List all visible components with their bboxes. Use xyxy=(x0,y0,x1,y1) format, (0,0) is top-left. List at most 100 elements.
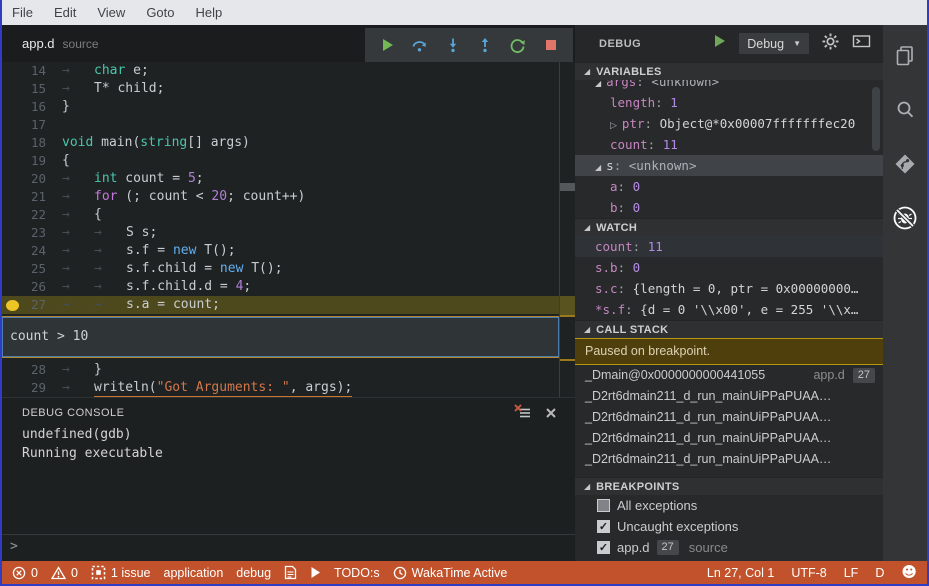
variable-row-a[interactable]: a: 0 xyxy=(575,176,883,197)
code-line-16[interactable]: 16} xyxy=(2,98,559,116)
variable-name: length xyxy=(610,95,656,110)
breakpoints-section-header[interactable]: ◢ BREAKPOINTS xyxy=(575,477,883,495)
watch-row-s-c[interactable]: s.c: {length = 0, ptr = 0x00000000… xyxy=(575,278,883,299)
breakpoint-condition-input[interactable]: count > 10 xyxy=(2,317,559,357)
error-count[interactable]: 0 xyxy=(12,566,38,580)
breakpoint-item-uncaught-exceptions[interactable]: ✓ Uncaught exceptions xyxy=(575,516,883,537)
code-line-23[interactable]: 23 → → S s; xyxy=(2,224,559,242)
breakpoint-item-all-exceptions[interactable]: All exceptions xyxy=(575,495,883,516)
menu-item-edit[interactable]: Edit xyxy=(54,5,76,20)
eol-item[interactable]: LF xyxy=(844,566,859,580)
watch-row-s-f[interactable]: *s.f: {d = 0 '\\x00', e = 255 '\\x… xyxy=(575,299,883,320)
menu-item-file[interactable]: File xyxy=(12,5,33,20)
tab-whitespace-marker: → xyxy=(94,261,102,276)
checked-checkbox[interactable]: ✓ xyxy=(597,541,610,554)
step-over-button[interactable] xyxy=(409,34,431,56)
editor-scrollbar[interactable] xyxy=(559,62,575,397)
cursor-position-item[interactable]: Ln 27, Col 1 xyxy=(707,566,774,580)
feedback-smiley-button[interactable]: ☻ xyxy=(901,565,917,580)
tab-whitespace-marker: → xyxy=(62,207,70,222)
step-out-button[interactable] xyxy=(474,34,496,56)
code-line-24[interactable]: 24 → → s.f = new T(); xyxy=(2,242,559,260)
call-stack-section-header[interactable]: ◢ CALL STACK xyxy=(575,320,883,338)
todos-item[interactable]: TODO:s xyxy=(334,566,380,580)
code-line-15[interactable]: 15 → T* child; xyxy=(2,80,559,98)
step-into-button[interactable] xyxy=(442,34,464,56)
scrollbar-thumb[interactable] xyxy=(560,183,575,191)
unchecked-checkbox[interactable] xyxy=(597,499,610,512)
collapsed-icon[interactable]: ▷ xyxy=(610,121,617,131)
code-line-22[interactable]: 22 →{ xyxy=(2,206,559,224)
variable-row-count[interactable]: count: 11 xyxy=(575,134,883,155)
menu-item-help[interactable]: Help xyxy=(196,5,223,20)
code-text: → → s.f.child.d = 4; xyxy=(62,279,252,294)
breakpoint-item-app-d[interactable]: ✓ app.d 27 source xyxy=(575,537,883,558)
start-debug-button[interactable] xyxy=(713,34,726,53)
call-stack-frame-0[interactable]: _Dmain@0x0000000000441055 app.d 27 xyxy=(575,365,883,386)
code-line-20[interactable]: 20 → int count = 5; xyxy=(2,170,559,188)
status-bar-right: Ln 27, Col 1 UTF-8 LF D ☻ xyxy=(707,565,917,580)
call-stack-frames: _Dmain@0x0000000000441055 app.d 27 _D2rt6dm… xyxy=(575,365,883,470)
code-line-18[interactable]: 18 void main(string[] args) xyxy=(2,134,559,152)
main-region: app.d source 14 → char e; 15 → T* child;… xyxy=(2,25,927,561)
menu-item-goto[interactable]: Goto xyxy=(146,5,174,20)
run-build-button[interactable] xyxy=(310,566,321,579)
menu-bar: File Edit View Goto Help xyxy=(2,0,927,25)
call-stack-frame-4[interactable]: _D2rt6dmain211_d_run_mainUiPPaPUAA… xyxy=(575,449,883,470)
tab-whitespace-marker: → xyxy=(62,279,70,294)
wakatime-item[interactable]: WakaTime Active xyxy=(393,566,507,580)
code-line-14[interactable]: 14 → char e; xyxy=(2,62,559,80)
variable-row-b[interactable]: b: 0 xyxy=(575,197,883,218)
code-line-17[interactable]: 17 xyxy=(2,116,559,134)
project-config-item[interactable]: application xyxy=(164,566,224,580)
debug-config-dropdown[interactable]: Debug ▼ xyxy=(739,33,809,54)
variable-row-args[interactable]: ◢ args: <unknown> xyxy=(575,80,883,92)
build-file-item[interactable] xyxy=(284,565,297,580)
call-stack-frame-1[interactable]: _D2rt6dmain211_d_run_mainUiPPaPUAA… xyxy=(575,386,883,407)
search-activity-button[interactable] xyxy=(892,97,918,123)
expanded-icon[interactable]: ◢ xyxy=(595,163,601,172)
issues-item[interactable]: 1 issue xyxy=(91,565,151,580)
encoding-item[interactable]: UTF-8 xyxy=(791,566,826,580)
code-line-25[interactable]: 25 → → s.f.child = new T(); xyxy=(2,260,559,278)
code-line-21[interactable]: 21 → for (; count < 20; count++) xyxy=(2,188,559,206)
stop-button[interactable] xyxy=(540,34,562,56)
watch-row-s-b[interactable]: s.b: 0 xyxy=(575,257,883,278)
call-stack-frame-3[interactable]: _D2rt6dmain211_d_run_mainUiPPaPUAA… xyxy=(575,428,883,449)
continue-button[interactable] xyxy=(376,34,398,56)
checked-checkbox[interactable]: ✓ xyxy=(597,520,610,533)
no-debug-icon xyxy=(893,206,917,230)
code-line-26[interactable]: 26 → → s.f.child.d = 4; xyxy=(2,278,559,296)
git-activity-button[interactable] xyxy=(892,151,918,177)
code-line-27[interactable]: 27 → → s.a = count; xyxy=(2,296,559,314)
line-number: 21 xyxy=(30,189,46,204)
variable-row-s[interactable]: ◢ s: <unknown> xyxy=(575,155,883,176)
code-line-29[interactable]: 29 → writeln("Got Arguments: ", args); xyxy=(2,379,559,397)
watch-row-count[interactable]: count: 11 xyxy=(575,236,883,257)
section-collapse-icon: ◢ xyxy=(584,223,591,232)
variable-row-ptr[interactable]: ▷ ptr: Object@*0x00007fffffffec20 xyxy=(575,113,883,134)
explorer-activity-button[interactable] xyxy=(892,43,918,69)
watch-section-header[interactable]: ◢ WATCH xyxy=(575,218,883,236)
panel-scrollbar-thumb[interactable] xyxy=(872,87,880,151)
code-line-19[interactable]: 19 { xyxy=(2,152,559,170)
debug-console-input[interactable]: > xyxy=(2,534,575,561)
tab-app-d[interactable]: app.d source xyxy=(22,25,99,62)
language-mode-item[interactable]: D xyxy=(875,566,884,580)
restart-button[interactable] xyxy=(507,34,529,56)
menu-item-view[interactable]: View xyxy=(97,5,125,20)
close-panel-button[interactable] xyxy=(545,406,557,424)
call-stack-frame-2[interactable]: _D2rt6dmain211_d_run_mainUiPPaPUAA… xyxy=(575,407,883,428)
variable-row-length[interactable]: length: 1 xyxy=(575,92,883,113)
clear-console-button[interactable] xyxy=(514,404,531,425)
code-editor[interactable]: 14 → char e; 15 → T* child; 16} 17 18 void main(s… xyxy=(2,62,575,397)
warning-count[interactable]: 0 xyxy=(50,566,78,580)
expanded-icon[interactable]: ◢ xyxy=(595,80,601,88)
debug-console-panel: DEBUG CONSOLE undefined(gdb) Running exec… xyxy=(2,397,575,561)
debug-activity-button[interactable] xyxy=(892,205,918,231)
build-mode-item[interactable]: debug xyxy=(236,566,271,580)
open-repl-button[interactable] xyxy=(852,33,871,54)
variables-section-header[interactable]: ◢ VARIABLES xyxy=(575,62,883,80)
code-line-28[interactable]: 28 →} xyxy=(2,361,559,379)
configure-button[interactable] xyxy=(822,33,839,55)
